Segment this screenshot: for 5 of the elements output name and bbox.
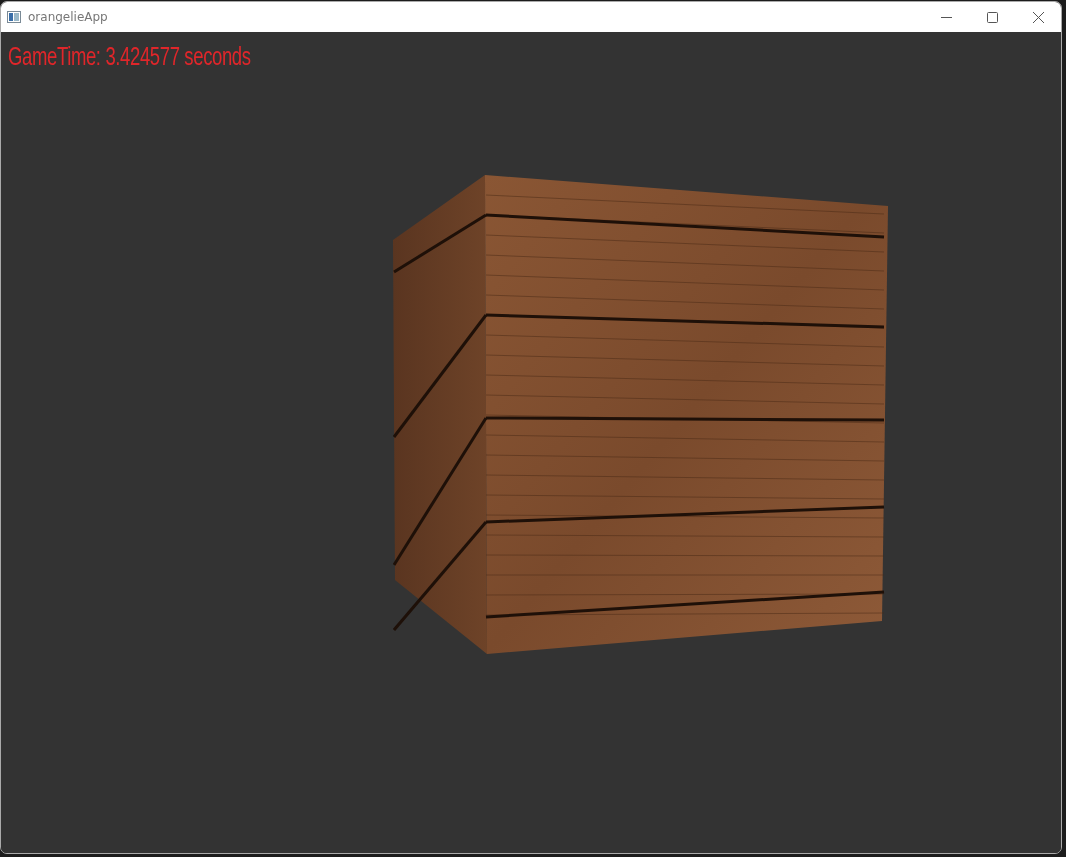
maximize-icon — [986, 11, 998, 23]
app-icon — [7, 11, 21, 23]
close-icon — [1032, 11, 1044, 23]
game-time-text: GameTime: 3.424577 seconds — [8, 42, 251, 71]
window-title: orangelieApp — [28, 10, 108, 24]
